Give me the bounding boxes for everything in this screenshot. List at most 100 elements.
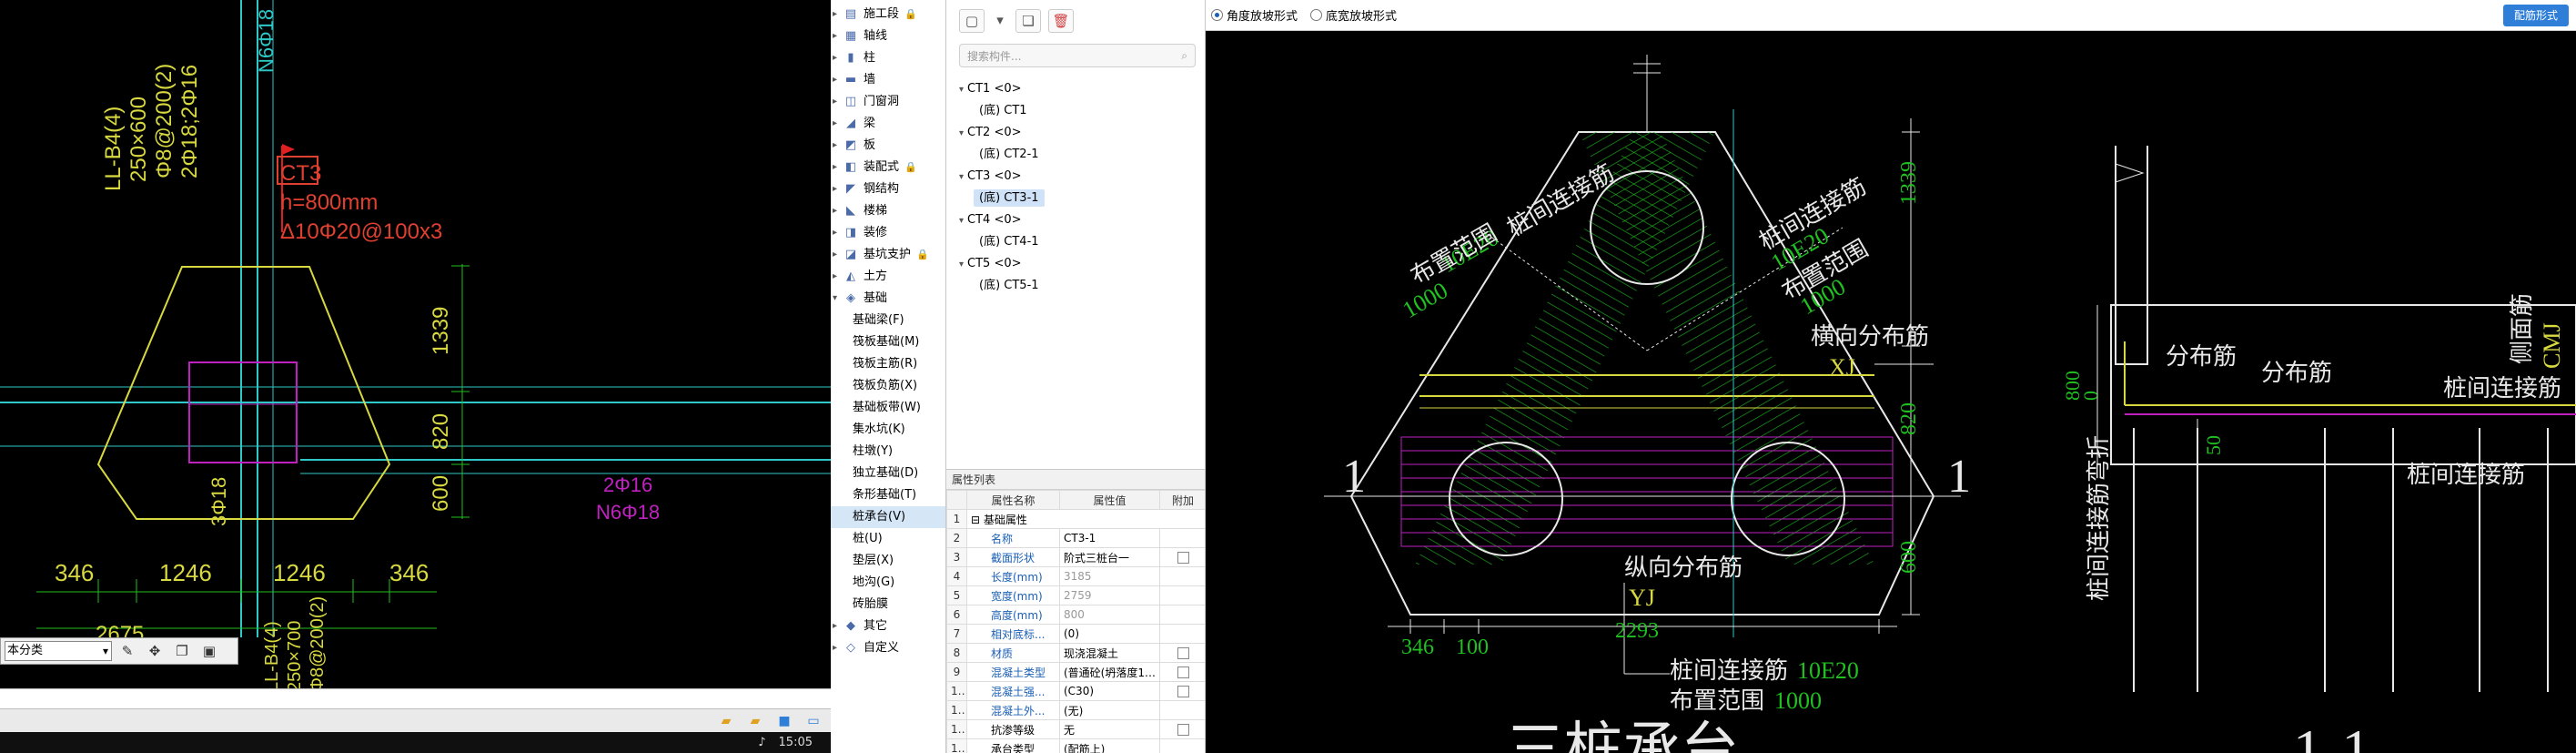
property-row[interactable]: 3 截面形状 阶式三桩台一 — [946, 547, 1205, 567]
collapse-icon[interactable]: ⊟ — [971, 514, 984, 526]
property-value[interactable]: 3185 — [1059, 566, 1160, 586]
rebar-config-button[interactable]: 配筋形式 — [2502, 5, 2569, 26]
move-icon[interactable]: ✥ — [143, 640, 167, 662]
tree-item[interactable]: ▸ ◆ 其它 — [831, 616, 945, 637]
new-component-icon[interactable]: ▢ — [959, 9, 985, 33]
property-value[interactable]: (C30) — [1059, 681, 1160, 701]
folder-open-icon[interactable]: ▰ — [743, 712, 767, 730]
property-row[interactable]: 11 混凝土外... (无) — [946, 700, 1205, 720]
tree-item[interactable]: 筏板主筋(R) — [831, 353, 945, 375]
chevron-down-icon[interactable]: ▾ — [959, 85, 964, 95]
chevron-right-icon[interactable]: ▸ — [833, 47, 842, 69]
chevron-right-icon[interactable]: ▸ — [833, 135, 842, 157]
cad-canvas-left[interactable]: LL-B4(4) 250×600 Φ8@200(2) 2Φ18;2Φ16 N6Φ… — [0, 0, 831, 753]
delete-icon[interactable]: 🗑 — [1048, 9, 1074, 33]
chevron-down-icon[interactable]: ▾ — [959, 216, 964, 226]
tree-item[interactable]: 柱墩(Y) — [831, 441, 945, 463]
property-value[interactable]: 800 — [1059, 605, 1160, 625]
property-row[interactable]: 5 宽度(mm) 2759 — [946, 585, 1205, 605]
chevron-right-icon[interactable]: ▸ — [833, 157, 842, 178]
chevron-right-icon[interactable]: ▸ — [833, 178, 842, 200]
edit-icon[interactable]: ✎ — [116, 640, 139, 662]
chevron-right-icon[interactable]: ▸ — [833, 266, 842, 288]
tree-item[interactable]: 集水坑(K) — [831, 419, 945, 441]
chevron-right-icon[interactable]: ▸ — [833, 222, 842, 244]
tree-item[interactable]: ▸ ◣ 楼梯 — [831, 200, 945, 222]
tree-item[interactable]: ▸ ▤ 施工段 🔒 — [831, 4, 945, 25]
property-value[interactable]: 2759 — [1059, 585, 1160, 605]
property-value[interactable]: (无) — [1059, 700, 1160, 720]
property-row[interactable]: 1 ⊟ 基础属性 — [946, 509, 1205, 529]
monitor-icon[interactable]: ▭ — [802, 712, 825, 730]
tree-item[interactable]: ▸ ◨ 装修 — [831, 222, 945, 244]
tree-item[interactable]: ▸ ◪ 基坑支护 🔒 — [831, 244, 945, 266]
tree-item[interactable]: ▸ ◭ 土方 — [831, 266, 945, 288]
copy-icon[interactable]: ❐ — [170, 640, 194, 662]
property-value[interactable]: 现浇混凝土 — [1059, 643, 1160, 663]
tree-item[interactable]: ▾ ◈ 基础 — [831, 288, 945, 310]
tree-item[interactable]: 砖胎膜 — [831, 594, 945, 616]
folder-icon[interactable]: ▰ — [714, 712, 738, 730]
property-value[interactable]: 阶式三桩台一 — [1059, 547, 1160, 567]
chevron-right-icon[interactable]: ▸ — [833, 69, 842, 91]
property-row[interactable]: 8 材质 现浇混凝土 — [946, 643, 1205, 663]
tree-item[interactable]: ▸ ◇ 自定义 — [831, 637, 945, 659]
dropdown-icon[interactable]: ▾ — [992, 9, 1008, 33]
chevron-right-icon[interactable]: ▸ — [833, 4, 842, 25]
tree-item[interactable]: ▸ ◩ 板 — [831, 135, 945, 157]
radio-angle-slope[interactable]: 角度放坡形式 — [1211, 6, 1298, 24]
component-item[interactable]: (底) CT2-1 — [946, 144, 1205, 166]
property-row[interactable]: 10 混凝土强... (C30) — [946, 681, 1205, 701]
extra-checkbox[interactable] — [1177, 724, 1189, 736]
property-row[interactable]: 4 长度(mm) 3185 — [946, 566, 1205, 586]
property-value[interactable]: (0) — [1059, 624, 1160, 644]
property-value[interactable]: (配筋上) — [1059, 738, 1160, 753]
tree-item[interactable]: 垫层(X) — [831, 550, 945, 572]
paste-icon[interactable]: ▣ — [197, 640, 221, 662]
tree-item[interactable]: ▸ ◧ 装配式 🔒 — [831, 157, 945, 178]
tree-item[interactable]: 独立基础(D) — [831, 463, 945, 484]
property-row[interactable]: 6 高度(mm) 800 — [946, 605, 1205, 625]
component-group[interactable]: ▾ CT4 <0> — [946, 209, 1205, 231]
property-row[interactable]: 12 抗渗等级无 — [946, 719, 1205, 739]
detail-drawing[interactable]: 角度放坡形式 底宽放坡形式 配筋形式 桩间连接筋 10E20 布置范围 1000… — [1206, 0, 2576, 753]
tree-item[interactable]: 筏板负筋(X) — [831, 375, 945, 397]
tree-item[interactable]: ▸ ▮ 柱 — [831, 47, 945, 69]
extra-checkbox[interactable] — [1177, 686, 1189, 697]
extra-checkbox[interactable] — [1177, 647, 1189, 659]
chevron-right-icon[interactable]: ▸ — [833, 200, 842, 222]
tree-item[interactable]: 基础板带(W) — [831, 397, 945, 419]
tree-item[interactable]: 桩承台(V) — [831, 506, 945, 528]
tree-item[interactable]: ▸ ▦ 轴线 — [831, 25, 945, 47]
tree-item[interactable]: ▸ ◫ 门窗洞 — [831, 91, 945, 113]
tree-item[interactable]: 桩(U) — [831, 528, 945, 550]
component-group[interactable]: ▾ CT3 <0> — [946, 166, 1205, 188]
chevron-right-icon[interactable]: ▸ — [833, 113, 842, 135]
tree-item[interactable]: 基础梁(F) — [831, 310, 945, 331]
property-group-cell[interactable]: ⊟ 基础属性 — [966, 509, 1205, 529]
radio-width-slope[interactable]: 底宽放坡形式 — [1310, 6, 1397, 24]
chevron-down-icon[interactable]: ▾ — [833, 288, 842, 310]
tree-item[interactable]: 筏板基础(M) — [831, 331, 945, 353]
extra-checkbox[interactable] — [1177, 667, 1189, 678]
speaker-icon[interactable]: ♪ — [758, 736, 765, 749]
chevron-down-icon[interactable]: ▾ — [959, 172, 964, 182]
tree-item[interactable]: 地沟(G) — [831, 572, 945, 594]
chevron-down-icon[interactable]: ▾ — [959, 128, 964, 138]
property-row[interactable]: 13 承台类型 (配筋上) — [946, 738, 1205, 753]
property-row[interactable]: 9 混凝土类型 (普通砼(坍落度10... — [946, 662, 1205, 682]
component-item[interactable]: (底) CT3-1 — [946, 188, 1205, 209]
property-value[interactable]: (普通砼(坍落度10... — [1059, 662, 1160, 682]
category-combo[interactable]: 本分类 — [5, 641, 112, 661]
chevron-right-icon[interactable]: ▸ — [833, 25, 842, 47]
tree-item[interactable]: 条形基础(T) — [831, 484, 945, 506]
component-search[interactable]: 搜索构件... ⌕ — [959, 44, 1196, 67]
chevron-down-icon[interactable]: ▾ — [959, 259, 964, 270]
search-icon[interactable]: ⌕ — [1181, 49, 1187, 63]
component-group[interactable]: ▾ CT2 <0> — [946, 122, 1205, 144]
property-value[interactable]: 无 — [1059, 719, 1160, 739]
chevron-right-icon[interactable]: ▸ — [833, 637, 842, 659]
tree-item[interactable]: ▸ ▬ 墙 — [831, 69, 945, 91]
chevron-right-icon[interactable]: ▸ — [833, 616, 842, 637]
component-group[interactable]: ▾ CT1 <0> — [946, 78, 1205, 100]
